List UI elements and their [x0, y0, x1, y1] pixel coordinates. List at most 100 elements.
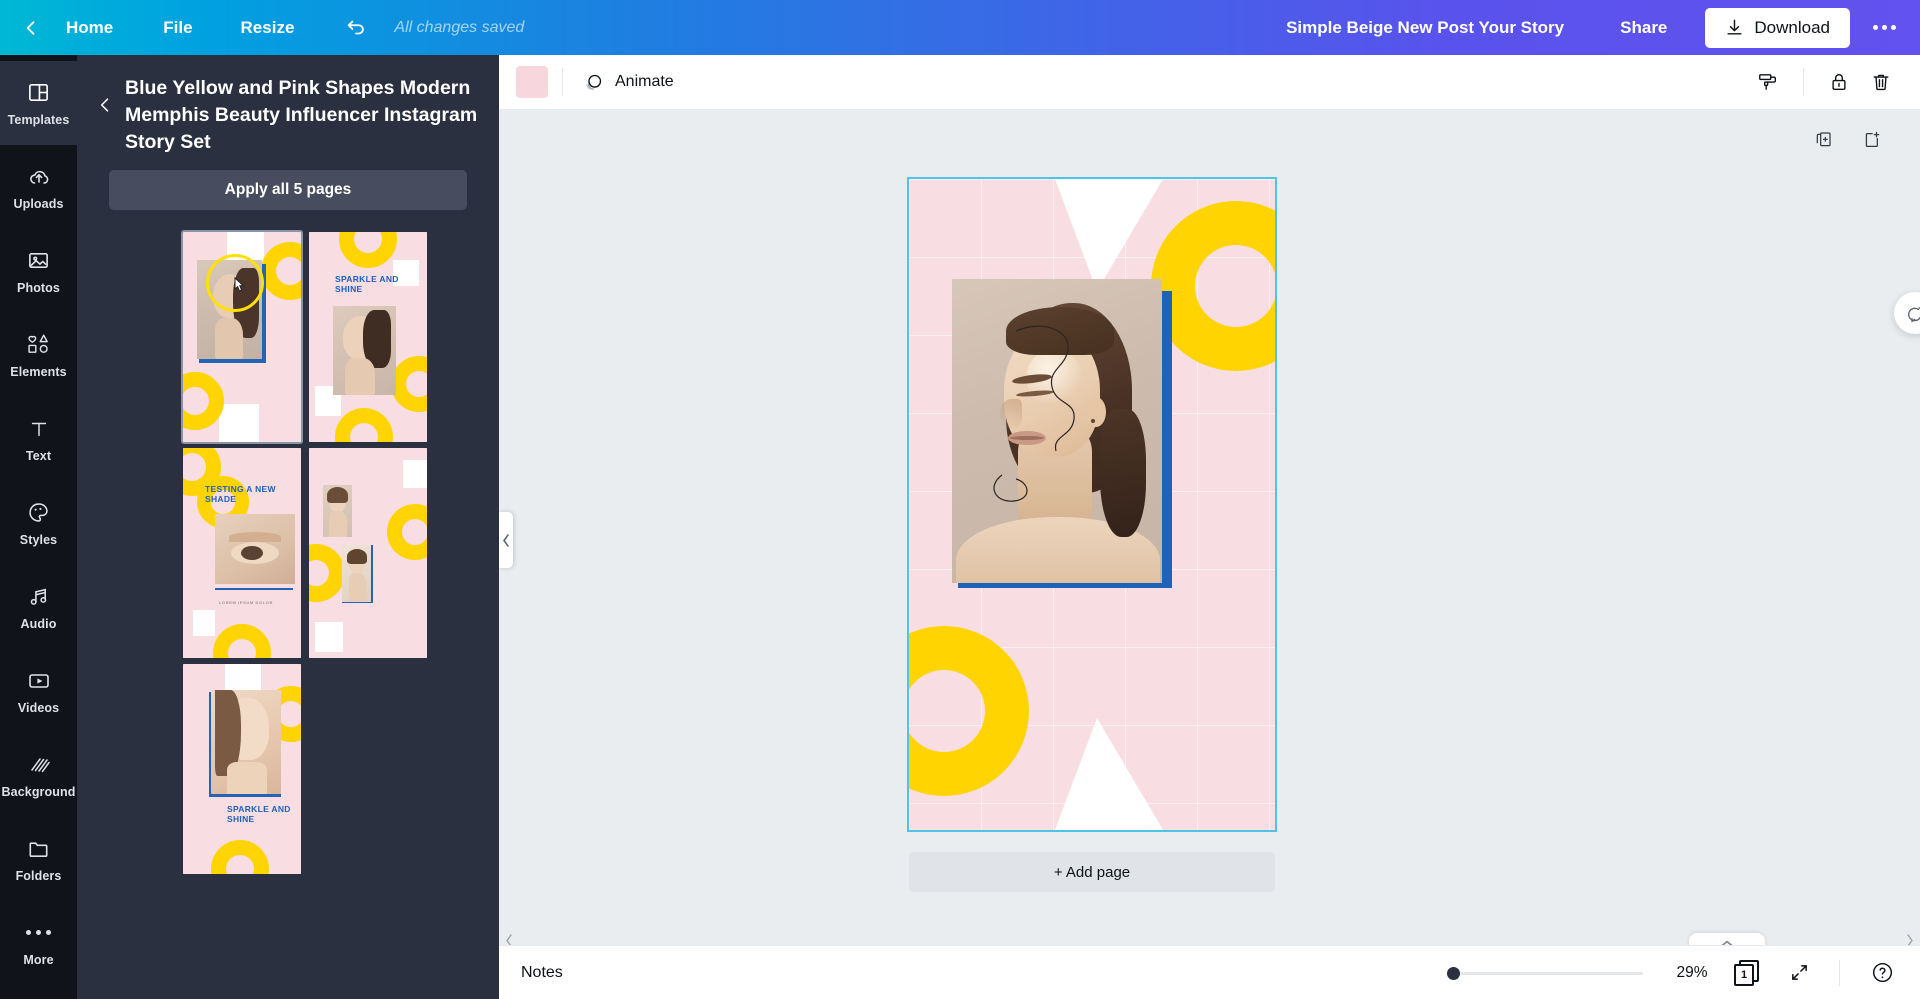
- fullscreen-button[interactable]: [1779, 953, 1819, 993]
- zoom-percent-label: 29%: [1676, 963, 1708, 981]
- save-status: All changes saved: [394, 18, 525, 36]
- add-page-button[interactable]: [1859, 127, 1885, 153]
- editor-toolbar: Animate: [499, 55, 1920, 110]
- trash-icon: [1873, 74, 1889, 91]
- expand-icon: [1791, 965, 1807, 980]
- duplicate-page-button[interactable]: [1811, 127, 1837, 153]
- templates-panel: Blue Yellow and Pink Shapes Modern Memph…: [77, 55, 499, 999]
- text-t-icon: [26, 416, 52, 442]
- blue-frame-edge: [209, 794, 281, 797]
- top-bar: Home File Resize All changes saved Simpl…: [0, 0, 1920, 55]
- sidebar-item-audio[interactable]: Audio: [0, 565, 77, 649]
- animate-button[interactable]: Animate: [577, 66, 680, 99]
- sidebar-item-folders[interactable]: Folders: [0, 817, 77, 901]
- lock-button[interactable]: [1818, 61, 1860, 103]
- blue-frame-edge: [1162, 291, 1172, 586]
- canvas-scroll-left[interactable]: [505, 934, 514, 945]
- animate-circle-icon: [583, 72, 604, 93]
- left-rail: Templates Uploads Photos Elements Text S…: [0, 55, 77, 999]
- sidebar-label-photos: Photos: [17, 280, 60, 295]
- white-triangle-shape: [193, 610, 215, 636]
- back-button[interactable]: [18, 15, 44, 41]
- collapse-panel-handle[interactable]: [499, 512, 513, 568]
- zoom-slider-track: [1447, 971, 1643, 975]
- more-horizontal-icon: [1872, 25, 1896, 30]
- sidebar-item-elements[interactable]: Elements: [0, 313, 77, 397]
- help-button[interactable]: [1862, 953, 1902, 993]
- template-thumb-3[interactable]: TESTING A NEW SHADE LOREM IPSUM DOLOR: [183, 448, 301, 658]
- hatch-pattern-icon: [26, 752, 52, 778]
- canvas-scroll-right[interactable]: [1905, 934, 1914, 945]
- thumb-caption: SPARKLE AND SHINE: [227, 804, 291, 824]
- cloud-upload-icon: [26, 164, 52, 190]
- chevron-left-icon: [26, 20, 35, 35]
- panel-title: Blue Yellow and Pink Shapes Modern Memph…: [125, 77, 478, 153]
- design-title[interactable]: Simple Beige New Post Your Story: [1286, 18, 1564, 38]
- sidebar-item-templates[interactable]: Templates: [0, 61, 77, 145]
- more-options-button[interactable]: [1864, 8, 1904, 48]
- white-triangle-shape: [1055, 179, 1163, 291]
- shapes-icon: [26, 332, 52, 358]
- bottom-bar: Notes 29% 1: [499, 945, 1920, 999]
- sidebar-item-text[interactable]: Text: [0, 397, 77, 481]
- thumb-eye-photo: [215, 514, 295, 584]
- design-page-wrapper: [907, 177, 1277, 832]
- music-note-icon: [26, 584, 52, 610]
- chevron-left-icon: [502, 533, 509, 547]
- sidebar-label-styles: Styles: [19, 532, 58, 547]
- toolbar-divider: [1803, 68, 1804, 96]
- download-icon: [1727, 19, 1742, 35]
- notes-button[interactable]: Notes: [521, 964, 563, 982]
- bottom-bar-right: 29% 1: [1447, 953, 1920, 993]
- editor-toolbar-right: [1747, 61, 1920, 103]
- menu-resize[interactable]: Resize: [241, 18, 295, 38]
- sidebar-item-videos[interactable]: Videos: [0, 649, 77, 733]
- zoom-slider[interactable]: [1447, 964, 1643, 982]
- bottom-bar-divider: [1839, 959, 1840, 986]
- apply-all-pages-button[interactable]: Apply all 5 pages: [109, 170, 467, 210]
- blue-frame-edge: [215, 588, 293, 590]
- white-triangle-shape: [219, 404, 259, 442]
- sidebar-item-styles[interactable]: Styles: [0, 481, 77, 565]
- paint-roller-button[interactable]: [1747, 61, 1789, 103]
- animate-label: Animate: [615, 73, 674, 90]
- template-thumb-4[interactable]: [309, 448, 427, 658]
- undo-button[interactable]: [342, 14, 370, 42]
- download-button[interactable]: Download: [1705, 7, 1850, 48]
- add-comment-button[interactable]: [1894, 292, 1920, 334]
- templates-icon: [26, 80, 52, 106]
- design-page-1[interactable]: [907, 177, 1277, 832]
- video-play-icon: [26, 668, 52, 694]
- sidebar-item-uploads[interactable]: Uploads: [0, 145, 77, 229]
- chevron-left-icon: [100, 98, 109, 112]
- panel-back-button[interactable]: [91, 91, 119, 119]
- add-page-bottom-button[interactable]: + Add page: [909, 852, 1275, 892]
- sidebar-item-photos[interactable]: Photos: [0, 229, 77, 313]
- menu-file[interactable]: File: [163, 18, 192, 38]
- background-color-swatch[interactable]: [516, 66, 548, 98]
- sidebar-label-audio: Audio: [20, 616, 57, 631]
- decorative-line-overlay: [993, 325, 1075, 502]
- thumb-portrait-photo: [323, 485, 352, 537]
- template-thumb-5[interactable]: SPARKLE AND SHINE: [183, 664, 301, 874]
- white-triangle-shape: [403, 460, 427, 488]
- template-thumb-1[interactable]: [181, 230, 303, 444]
- zoom-slider-knob[interactable]: [1447, 966, 1460, 980]
- thumb-caption: SPARKLE AND SHINE: [335, 274, 399, 294]
- template-thumb-2[interactable]: SPARKLE AND SHINE: [309, 232, 427, 442]
- model-portrait-photo[interactable]: [952, 279, 1162, 583]
- sidebar-item-background[interactable]: Background: [0, 733, 77, 817]
- add-page-icon: [1865, 131, 1880, 148]
- blue-frame-edge: [199, 359, 266, 363]
- image-icon: [26, 248, 52, 274]
- page-count-button[interactable]: 1: [1727, 953, 1767, 993]
- thumb-portrait-photo: [342, 545, 371, 602]
- notes-expand-handle[interactable]: [1689, 933, 1765, 945]
- delete-button[interactable]: [1860, 61, 1902, 103]
- page-tools: [1811, 127, 1885, 153]
- menu-home[interactable]: Home: [66, 18, 113, 38]
- thumb-portrait-photo: [211, 690, 281, 794]
- sidebar-item-more[interactable]: More: [0, 901, 77, 985]
- share-button[interactable]: Share: [1604, 10, 1683, 46]
- page-count-icon: 1: [1734, 959, 1760, 986]
